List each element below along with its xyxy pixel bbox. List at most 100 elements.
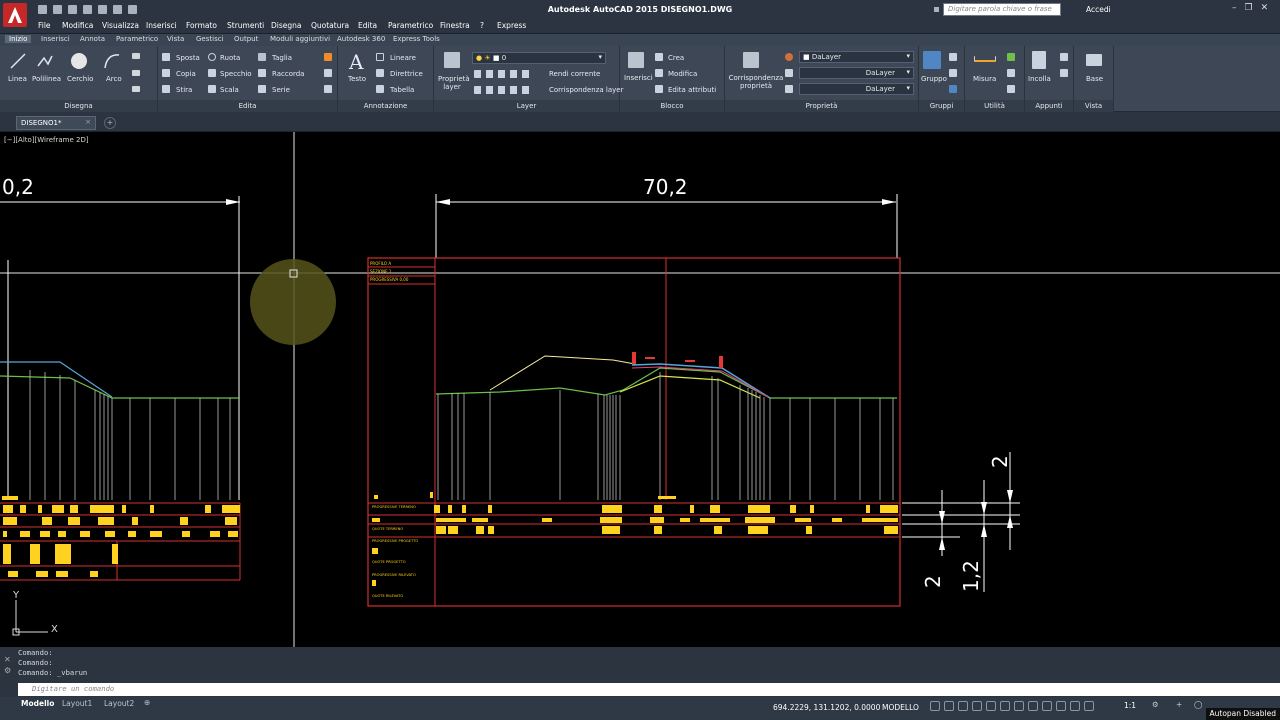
match-properties-icon[interactable] [743, 52, 759, 68]
tab-annota[interactable]: Annota [80, 35, 105, 43]
drawing-canvas[interactable]: 0,2 70,2 PROFILO A SEZIONE 1 PROGRESSIVA… [0, 132, 1280, 647]
testo-button[interactable]: Testo [348, 75, 366, 83]
close-icon[interactable]: ✕ [1261, 3, 1269, 13]
taglia-button[interactable]: Taglia [272, 54, 292, 62]
menu-finestra[interactable]: Finestra [440, 21, 470, 30]
menu-file[interactable]: File [38, 21, 51, 30]
menu-modifica[interactable]: Modifica [62, 21, 93, 30]
tabella-button[interactable]: Tabella [390, 86, 414, 94]
panel-label-annotazione[interactable]: Annotazione [338, 100, 433, 112]
crea-button[interactable]: Crea [668, 54, 684, 62]
gradient-icon[interactable] [132, 86, 140, 92]
offset-icon[interactable] [324, 85, 332, 93]
measure-icon[interactable] [974, 56, 996, 62]
panel-label-layer[interactable]: Layer [434, 100, 619, 112]
plus-icon[interactable]: + [1176, 700, 1182, 709]
layer-dropdown[interactable]: ● ☀ ■ 0 ▾ [472, 52, 606, 64]
panel-label-disegna[interactable]: Disegna [0, 100, 157, 112]
menu-quotatura[interactable]: Quotatura [311, 21, 349, 30]
menu-inserisci[interactable]: Inserisci [146, 21, 177, 30]
lineweight-toggle-icon[interactable] [1014, 701, 1024, 711]
erase-icon[interactable] [324, 53, 332, 61]
layer-properties-icon[interactable] [444, 52, 460, 68]
login-button[interactable]: Accedi [1086, 5, 1111, 14]
tab-gestisci[interactable]: Gestisci [196, 35, 224, 43]
arco-button[interactable]: Arco [106, 75, 122, 83]
base-button[interactable]: Base [1086, 75, 1103, 83]
direttrice-button[interactable]: Direttrice [390, 70, 423, 78]
tab-modello[interactable]: Modello [18, 698, 57, 709]
menu-strumenti[interactable]: Strumenti [227, 21, 264, 30]
layer-tools-icon[interactable] [474, 70, 534, 78]
tab-autodesk-360[interactable]: Autodesk 360 [337, 35, 385, 43]
layer-tools-icon[interactable] [474, 86, 534, 94]
tab-inserisci[interactable]: Inserisci [41, 35, 70, 43]
otrack-icon[interactable] [1000, 701, 1010, 711]
panel-label-blocco[interactable]: Blocco [620, 100, 724, 112]
incolla-button[interactable]: Incolla [1028, 75, 1051, 83]
auto-scale-icon[interactable] [1070, 701, 1080, 711]
panel-label-proprieta[interactable]: Proprietà [725, 100, 918, 112]
specchio-button[interactable]: Specchio [220, 70, 252, 78]
tab-express-tools[interactable]: Express Tools [393, 35, 440, 43]
panel-label-appunti[interactable]: Appunti [1025, 100, 1073, 112]
ortho-icon[interactable] [958, 701, 968, 711]
sposta-button[interactable]: Sposta [176, 54, 200, 62]
text-icon[interactable]: A [347, 50, 367, 72]
restore-icon[interactable]: ❐ [1245, 3, 1253, 13]
annotation-visibility-icon[interactable] [1056, 701, 1066, 711]
close-tab-icon[interactable]: × [85, 118, 91, 126]
polar-icon[interactable] [972, 701, 982, 711]
isolate-icon[interactable]: ◯ [1194, 700, 1202, 709]
wrench-icon[interactable]: ⚙ [4, 665, 14, 676]
group-edit-icon[interactable] [949, 69, 957, 77]
inserisci-button[interactable]: Inserisci [624, 74, 653, 82]
calculator-icon[interactable] [1007, 85, 1015, 93]
circle-icon[interactable] [69, 51, 89, 71]
selection-cycling-icon[interactable] [1042, 701, 1052, 711]
tab-output[interactable]: Output [234, 35, 258, 43]
misura-button[interactable]: Misura [973, 75, 996, 83]
arc-icon[interactable] [103, 52, 121, 70]
close-icon[interactable]: ✕ [4, 654, 14, 665]
workspace-gear-icon[interactable]: ⚙ [1152, 700, 1159, 709]
color-dropdown[interactable]: ■ DaLayer ▾ [799, 51, 914, 63]
modifica-button[interactable]: Modifica [668, 70, 697, 78]
lineweight-dropdown[interactable]: DaLayer ▾ [799, 83, 914, 95]
new-tab-icon[interactable]: + [104, 117, 116, 129]
tab-moduli-aggiuntivi[interactable]: Moduli aggiuntivi [270, 35, 330, 43]
menu-help[interactable]: ? [480, 21, 484, 30]
annotation-scale[interactable]: 1:1 [1124, 701, 1136, 710]
paste-icon[interactable] [1032, 51, 1046, 69]
cut-icon[interactable] [1060, 53, 1068, 61]
polilinea-button[interactable]: Polilinea [32, 75, 61, 83]
linetype-dropdown[interactable]: DaLayer ▾ [799, 67, 914, 79]
stira-button[interactable]: Stira [176, 86, 192, 94]
menu-formato[interactable]: Formato [186, 21, 217, 30]
edita-attributi-button[interactable]: Edita attributi [668, 86, 716, 94]
menu-disegna[interactable]: Disegna [271, 21, 302, 30]
document-tab[interactable]: DISEGNO1* × [16, 116, 96, 130]
snap-icon[interactable] [944, 701, 954, 711]
add-layout-icon[interactable]: ⊕ [144, 698, 150, 707]
menu-express[interactable]: Express [497, 21, 526, 30]
hatch-icon[interactable] [132, 70, 140, 76]
coordinates-readout[interactable]: 694.2229, 131.1202, 0.0000 [773, 703, 880, 712]
panel-label-gruppi[interactable]: Gruppi [919, 100, 964, 112]
cerchio-button[interactable]: Cerchio [67, 75, 93, 83]
annotation-scale-icon[interactable] [1084, 701, 1094, 711]
tab-layout1[interactable]: Layout1 [62, 699, 92, 708]
scala-button[interactable]: Scala [220, 86, 239, 94]
menu-parametrico[interactable]: Parametrico [388, 21, 433, 30]
group-select-icon[interactable] [949, 85, 957, 93]
tab-parametrico[interactable]: Parametrico [116, 35, 158, 43]
copia-button[interactable]: Copia [176, 70, 196, 78]
model-space-toggle[interactable]: MODELLO [882, 703, 919, 712]
gruppo-button[interactable]: Gruppo [921, 75, 947, 83]
copy-clip-icon[interactable] [1060, 69, 1068, 77]
base-view-icon[interactable] [1086, 54, 1102, 66]
tab-layout2[interactable]: Layout2 [104, 699, 134, 708]
lineare-button[interactable]: Lineare [390, 54, 416, 62]
polyline-icon[interactable] [36, 52, 54, 70]
ruota-button[interactable]: Ruota [220, 54, 240, 62]
